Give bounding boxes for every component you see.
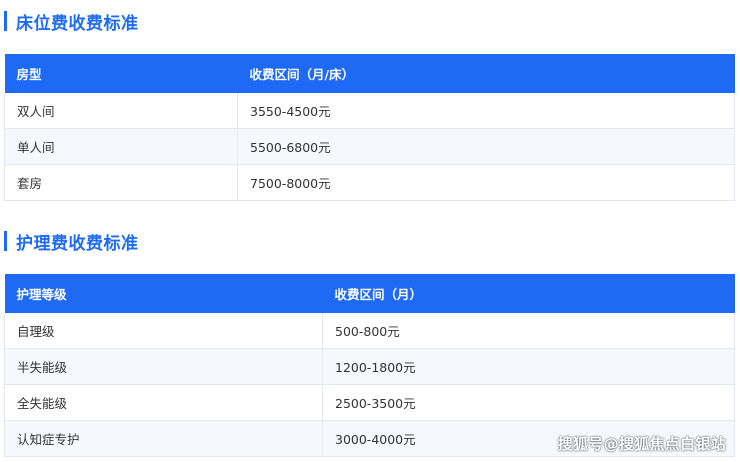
column-header-care-level: 护理等级 <box>4 274 323 313</box>
table-header-row: 房型 收费区间（月/床） <box>4 54 735 93</box>
column-header-fee-range: 收费区间（月） <box>322 274 735 313</box>
care-level-cell: 认知症专护 <box>4 420 323 457</box>
table-header-row: 护理等级 收费区间（月） <box>4 274 735 313</box>
column-header-room-type: 房型 <box>4 54 238 93</box>
care-level-cell: 全失能级 <box>4 384 323 421</box>
column-header-fee-range: 收费区间（月/床） <box>237 54 735 93</box>
table-row: 自理级 500-800元 <box>4 313 735 349</box>
care-fee-section-title: 护理费收费标准 <box>4 230 139 254</box>
fee-range-cell: 2500-3500元 <box>322 384 735 421</box>
room-type-cell: 套房 <box>4 164 238 201</box>
watermark: 搜狐号@搜狐焦点白银站 <box>557 435 726 453</box>
care-fee-title-text: 护理费收费标准 <box>16 233 139 254</box>
bed-fee-section-title: 床位费收费标准 <box>4 10 139 34</box>
fee-range-cell: 5500-6800元 <box>237 128 735 165</box>
table-row: 全失能级 2500-3500元 <box>4 384 735 421</box>
fee-range-cell: 500-800元 <box>322 313 735 349</box>
fee-range-cell: 3550-4500元 <box>237 93 735 129</box>
bed-fee-table: 房型 收费区间（月/床） 双人间 3550-4500元 单人间 5500-680… <box>4 54 735 201</box>
fee-range-cell: 7500-8000元 <box>237 164 735 201</box>
table-row: 单人间 5500-6800元 <box>4 128 735 165</box>
table-row: 套房 7500-8000元 <box>4 164 735 201</box>
title-accent-bar <box>4 11 7 31</box>
care-level-cell: 半失能级 <box>4 348 323 385</box>
fee-range-cell: 1200-1800元 <box>322 348 735 385</box>
room-type-cell: 双人间 <box>4 93 238 129</box>
care-level-cell: 自理级 <box>4 313 323 349</box>
title-accent-bar <box>4 231 7 251</box>
care-fee-table: 护理等级 收费区间（月） 自理级 500-800元 半失能级 1200-1800… <box>4 274 735 457</box>
room-type-cell: 单人间 <box>4 128 238 165</box>
table-row: 双人间 3550-4500元 <box>4 93 735 129</box>
table-row: 半失能级 1200-1800元 <box>4 348 735 385</box>
bed-fee-title-text: 床位费收费标准 <box>16 13 139 34</box>
